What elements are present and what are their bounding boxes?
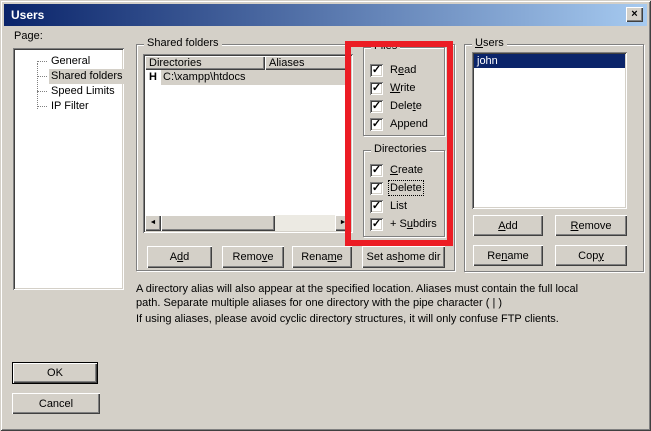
remove-user-button[interactable]: Remove — [555, 215, 627, 236]
set-as-home-dir-button[interactable]: Set as home dir — [362, 246, 445, 268]
title-bar[interactable]: Users — [4, 4, 647, 26]
checkbox-row-create[interactable]: ✓ Create — [370, 163, 424, 177]
add-user-button[interactable]: Add — [473, 215, 543, 236]
alias-note-line2: path. Separate multiple aliases for one … — [136, 297, 502, 309]
window-title: Users — [11, 8, 44, 22]
tree-connector-line — [37, 63, 38, 109]
scrollbar-thumb[interactable] — [161, 215, 275, 231]
scroll-left-icon[interactable]: ◄ — [145, 215, 161, 231]
list-checkbox-label: List — [389, 199, 408, 213]
checkbox-row-write[interactable]: ✓ Write — [370, 81, 416, 95]
create-checkbox-label: Create — [389, 163, 424, 177]
directory-path-cell: C:\xampp\htdocs — [161, 70, 351, 85]
append-checkbox[interactable]: ✓ — [370, 118, 383, 131]
tree-item-ip-filter[interactable]: IP Filter — [49, 99, 91, 114]
subdirs-checkbox[interactable]: ✓ — [370, 218, 383, 231]
add-folder-button[interactable]: Add — [147, 246, 212, 268]
shared-folders-table: Directories Aliases H C:\xampp\htdocs ◄ … — [143, 54, 353, 233]
write-checkbox[interactable]: ✓ — [370, 82, 383, 95]
checkbox-row-delete-dir[interactable]: ✓ Delete — [370, 181, 423, 195]
page-tree: General Shared folders Speed Limits IP F… — [13, 48, 124, 290]
directories-group-label: Directories — [371, 143, 430, 156]
home-dir-indicator: H — [145, 70, 161, 85]
files-group: Files ✓ Read ✓ Write ✓ Delete ✓ Append — [363, 47, 445, 136]
table-row[interactable]: H C:\xampp\htdocs — [145, 70, 351, 85]
files-group-label: Files — [371, 40, 400, 53]
ok-button[interactable]: OK — [12, 362, 98, 384]
checkbox-row-delete-file[interactable]: ✓ Delete — [370, 99, 423, 113]
write-checkbox-label: Write — [389, 81, 416, 95]
shared-folders-group-label: Shared folders — [144, 37, 222, 50]
users-dialog: Users × Page: General Shared folders Spe… — [0, 0, 651, 431]
tree-item-speed-limits[interactable]: Speed Limits — [49, 84, 117, 99]
create-checkbox[interactable]: ✓ — [370, 164, 383, 177]
tree-item-shared-folders[interactable]: Shared folders — [49, 69, 125, 84]
column-header-aliases[interactable]: Aliases — [265, 56, 351, 70]
delete-dir-checkbox-label: Delete — [389, 181, 423, 195]
rename-folder-button[interactable]: Rename — [292, 246, 352, 268]
rename-user-button[interactable]: Rename — [473, 245, 543, 266]
list-checkbox[interactable]: ✓ — [370, 200, 383, 213]
subdirs-checkbox-label: + Subdirs — [389, 217, 438, 231]
user-list-item[interactable]: john — [474, 54, 625, 68]
checkbox-row-subdirs[interactable]: ✓ + Subdirs — [370, 217, 438, 231]
checkbox-row-list[interactable]: ✓ List — [370, 199, 408, 213]
delete-file-checkbox-label: Delete — [389, 99, 423, 113]
cyclic-note-line: If using aliases, please avoid cyclic di… — [136, 313, 559, 325]
checkbox-row-append[interactable]: ✓ Append — [370, 117, 429, 131]
users-group-label: Users — [472, 37, 507, 50]
page-label: Page: — [14, 30, 43, 42]
directories-group: Directories ✓ Create ✓ Delete ✓ List ✓ +… — [363, 150, 445, 237]
delete-file-checkbox[interactable]: ✓ — [370, 100, 383, 113]
tree-item-general[interactable]: General — [49, 54, 92, 69]
copy-user-button[interactable]: Copy — [555, 245, 627, 266]
read-checkbox[interactable]: ✓ — [370, 64, 383, 77]
horizontal-scrollbar[interactable]: ◄ ► — [145, 215, 351, 231]
remove-folder-button[interactable]: Remove — [222, 246, 284, 268]
checkbox-row-read[interactable]: ✓ Read — [370, 63, 417, 77]
cancel-button[interactable]: Cancel — [12, 393, 100, 414]
table-header: Directories Aliases — [145, 56, 351, 70]
users-list[interactable]: john — [472, 52, 627, 209]
read-checkbox-label: Read — [389, 63, 417, 77]
alias-note-line1: A directory alias will also appear at th… — [136, 283, 578, 295]
delete-dir-checkbox[interactable]: ✓ — [370, 182, 383, 195]
scroll-right-icon[interactable]: ► — [335, 215, 351, 231]
close-icon[interactable]: × — [626, 7, 643, 22]
column-header-directories[interactable]: Directories — [145, 56, 265, 70]
append-checkbox-label: Append — [389, 117, 429, 131]
